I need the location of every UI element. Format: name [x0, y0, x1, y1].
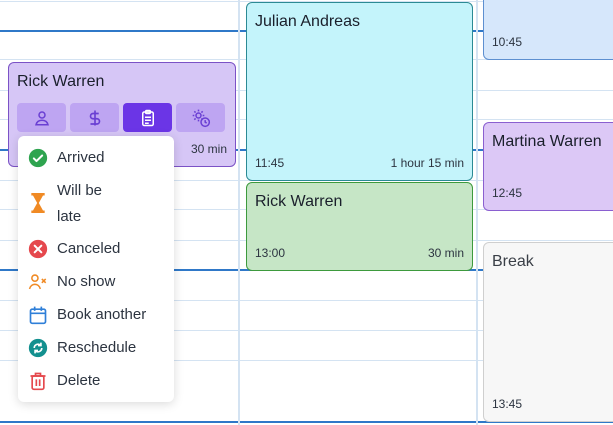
appointment-rick-warren-1300[interactable]: Rick Warren 13:00 30 min: [246, 182, 473, 271]
appointment-name: Julian Andreas: [255, 13, 360, 30]
menu-item-reschedule[interactable]: Reschedule: [28, 338, 136, 361]
appointment-toolbar: [17, 103, 225, 132]
appointment-martina-warren[interactable]: Martina Warren 12:45: [483, 122, 613, 211]
person-x-icon: [28, 272, 48, 292]
menu-item-label: Reschedule: [57, 339, 137, 356]
payment-button[interactable]: [70, 103, 119, 132]
appointment-time: 13:00: [255, 246, 286, 260]
menu-item-arrived[interactable]: Arrived: [28, 148, 105, 171]
status-button[interactable]: [123, 103, 172, 132]
menu-item-label: Will be late: [57, 182, 103, 225]
gear-clock-icon: [192, 109, 210, 127]
appointment-time: 11:45: [255, 156, 285, 170]
appointment-duration: 1 hour 15 min: [390, 156, 464, 170]
status-menu: Arrived Will be late Canceled No show Bo…: [18, 136, 174, 402]
menu-item-book-another[interactable]: Book another: [28, 305, 146, 328]
trash-icon: [28, 371, 48, 391]
settings-button[interactable]: [176, 103, 225, 132]
break-time: 13:45: [492, 397, 523, 411]
break-block[interactable]: Break 13:45: [483, 242, 613, 422]
appointment-1045[interactable]: 10:45: [483, 0, 613, 60]
person-icon: [34, 110, 49, 125]
menu-item-label: Delete: [57, 372, 101, 389]
appointment-time: 12:45: [492, 186, 523, 200]
appointment-name: Rick Warren: [17, 73, 105, 90]
check-circle-icon: [28, 148, 48, 168]
client-button[interactable]: [17, 103, 66, 132]
appointment-time: 10:45: [492, 35, 523, 49]
menu-item-label: Arrived: [57, 149, 105, 166]
calendar-icon: [28, 305, 48, 325]
appointment-name: Rick Warren: [255, 193, 343, 210]
x-circle-icon: [28, 239, 48, 259]
dollar-icon: [89, 110, 100, 125]
break-label: Break: [492, 253, 534, 270]
menu-item-delete[interactable]: Delete: [28, 371, 100, 394]
hourglass-icon: [28, 193, 48, 213]
clipboard-icon: [141, 109, 154, 126]
reschedule-icon: [28, 338, 48, 358]
menu-item-label: Book another: [57, 306, 147, 323]
menu-item-label: No show: [57, 273, 116, 290]
menu-item-label: Canceled: [57, 240, 121, 257]
menu-item-will-be-late[interactable]: Will be late: [28, 181, 127, 230]
menu-item-no-show[interactable]: No show: [28, 272, 115, 295]
appointment-name: Martina Warren: [492, 133, 602, 150]
appointment-duration: 30 min: [190, 142, 227, 156]
appointment-julian-andreas[interactable]: Julian Andreas 11:45 1 hour 15 min: [246, 2, 473, 181]
menu-item-canceled[interactable]: Canceled: [28, 239, 120, 262]
appointment-duration: 30 min: [427, 246, 464, 260]
